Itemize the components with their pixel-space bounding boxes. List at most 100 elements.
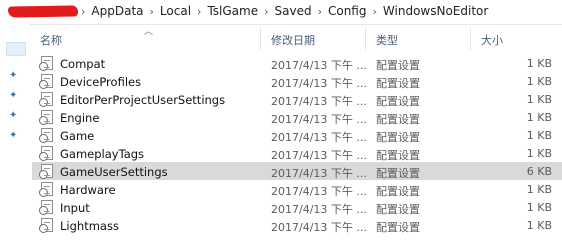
column-header-date[interactable]: 修改日期 [271,32,315,48]
breadcrumb-separator: › [317,4,322,18]
file-date: 2017/4/13 下午 ... [271,131,367,144]
config-file-icon [39,164,53,179]
file-type: 配置设置 [376,95,420,108]
file-size: 1 KB [526,201,552,214]
breadcrumb-item-windowsnoeditor[interactable]: WindowsNoEditor [380,4,491,18]
redacted-path-segment [7,5,79,18]
file-size: 1 KB [526,219,552,232]
file-size: 1 KB [526,183,552,196]
file-size: 1 KB [526,147,552,160]
file-list: ︿ 名称 修改日期 类型 大小 Compat 2017/4/13 下午 ... 配置… [32,24,562,244]
breadcrumb-item-appdata[interactable]: AppData [88,4,146,18]
file-type: 配置设置 [376,59,420,72]
file-type: 配置设置 [376,167,420,180]
file-name: Hardware [60,183,116,197]
file-type: 配置设置 [376,113,420,126]
file-row[interactable]: Compat 2017/4/13 下午 ... 配置设置 1 KB [32,54,562,72]
gear-overlay-icon [39,98,48,107]
file-row[interactable]: Hardware 2017/4/13 下午 ... 配置设置 1 KB [32,180,562,198]
file-type: 配置设置 [376,149,420,162]
file-row[interactable]: DeviceProfiles 2017/4/13 下午 ... 配置设置 1 KB [32,72,562,90]
gear-overlay-icon [39,116,48,125]
breadcrumb-separator: › [264,4,269,18]
file-row[interactable]: Input 2017/4/13 下午 ... 配置设置 1 KB [32,198,562,216]
column-header-type[interactable]: 类型 [376,32,398,48]
file-size: 1 KB [526,111,552,124]
file-type: 配置设置 [376,221,420,234]
column-header-name[interactable]: 名称 [40,32,62,48]
breadcrumb-item-local[interactable]: Local [157,4,194,18]
file-date: 2017/4/13 下午 ... [271,203,367,216]
file-name: Compat [60,57,106,71]
nav-selected-item[interactable] [6,42,26,56]
file-row[interactable]: GameUserSettings 2017/4/13 下午 ... 配置设置 6 KB [32,162,562,180]
address-bar[interactable]: › AppData › Local › TslGame › Saved › Co… [0,0,562,25]
file-date: 2017/4/13 下午 ... [271,77,367,90]
file-row[interactable]: Engine 2017/4/13 下午 ... 配置设置 1 KB [32,108,562,126]
gear-overlay-icon [39,170,48,179]
file-date: 2017/4/13 下午 ... [271,167,367,180]
file-name: GameUserSettings [60,165,168,179]
file-date: 2017/4/13 下午 ... [271,95,367,108]
column-divider[interactable] [365,28,366,50]
file-size: 1 KB [526,129,552,142]
file-name: GameplayTags [60,147,145,161]
breadcrumb-separator: › [372,4,377,18]
config-file-icon [39,218,53,233]
file-type: 配置设置 [376,185,420,198]
sort-up-caret-icon: ︿ [144,27,154,37]
file-date: 2017/4/13 下午 ... [271,113,367,126]
gear-overlay-icon [39,152,48,161]
config-file-icon [39,146,53,161]
config-file-icon [39,56,53,71]
file-type: 配置设置 [376,77,420,90]
config-file-icon [39,182,53,197]
file-name: Game [60,129,95,143]
file-row[interactable]: Game 2017/4/13 下午 ... 配置设置 1 KB [32,126,562,144]
breadcrumb-item-config[interactable]: Config [325,4,370,18]
file-date: 2017/4/13 下午 ... [271,221,367,234]
file-name: DeviceProfiles [60,75,142,89]
navigation-pane: ✦ ✦ ✦ ✦ [0,24,30,244]
file-date: 2017/4/13 下午 ... [271,149,367,162]
breadcrumb-item-saved[interactable]: Saved [272,4,315,18]
file-size: 1 KB [526,57,552,70]
file-size: 6 KB [526,165,552,178]
file-name: Input [60,201,90,215]
file-name: Lightmass [60,219,119,233]
file-name: Engine [60,111,100,125]
config-file-icon [39,92,53,107]
file-name: EditorPerProjectUserSettings [60,93,226,107]
pin-icon: ✦ [9,90,18,101]
config-file-icon [39,110,53,125]
column-divider[interactable] [470,28,471,50]
gear-overlay-icon [39,224,48,233]
file-row[interactable]: EditorPerProjectUserSettings 2017/4/13 下午… [32,90,562,108]
pin-icon: ✦ [9,130,18,141]
breadcrumb-item-tslgame[interactable]: TslGame [204,4,261,18]
file-type: 配置设置 [376,203,420,216]
file-date: 2017/4/13 下午 ... [271,185,367,198]
file-size: 1 KB [526,75,552,88]
file-row[interactable]: Lightmass 2017/4/13 下午 ... 配置设置 1 KB [32,216,562,234]
column-header-size[interactable]: 大小 [481,32,503,48]
config-file-icon [39,200,53,215]
gear-overlay-icon [39,62,48,71]
gear-overlay-icon [39,134,48,143]
gear-overlay-icon [39,80,48,89]
file-size: 1 KB [526,93,552,106]
config-file-icon [39,74,53,89]
config-file-icon [39,128,53,143]
file-type: 配置设置 [376,131,420,144]
file-row[interactable]: GameplayTags 2017/4/13 下午 ... 配置设置 1 KB [32,144,562,162]
breadcrumb: › AppData › Local › TslGame › Saved › Co… [78,4,491,18]
breadcrumb-separator: › [81,4,86,18]
gear-overlay-icon [39,188,48,197]
column-divider[interactable] [260,28,261,50]
breadcrumb-separator: › [149,4,154,18]
breadcrumb-separator: › [197,4,202,18]
pin-icon: ✦ [9,70,18,81]
column-header-row: ︿ 名称 修改日期 类型 大小 [32,24,562,54]
file-date: 2017/4/13 下午 ... [271,59,367,72]
pin-icon: ✦ [9,110,18,121]
